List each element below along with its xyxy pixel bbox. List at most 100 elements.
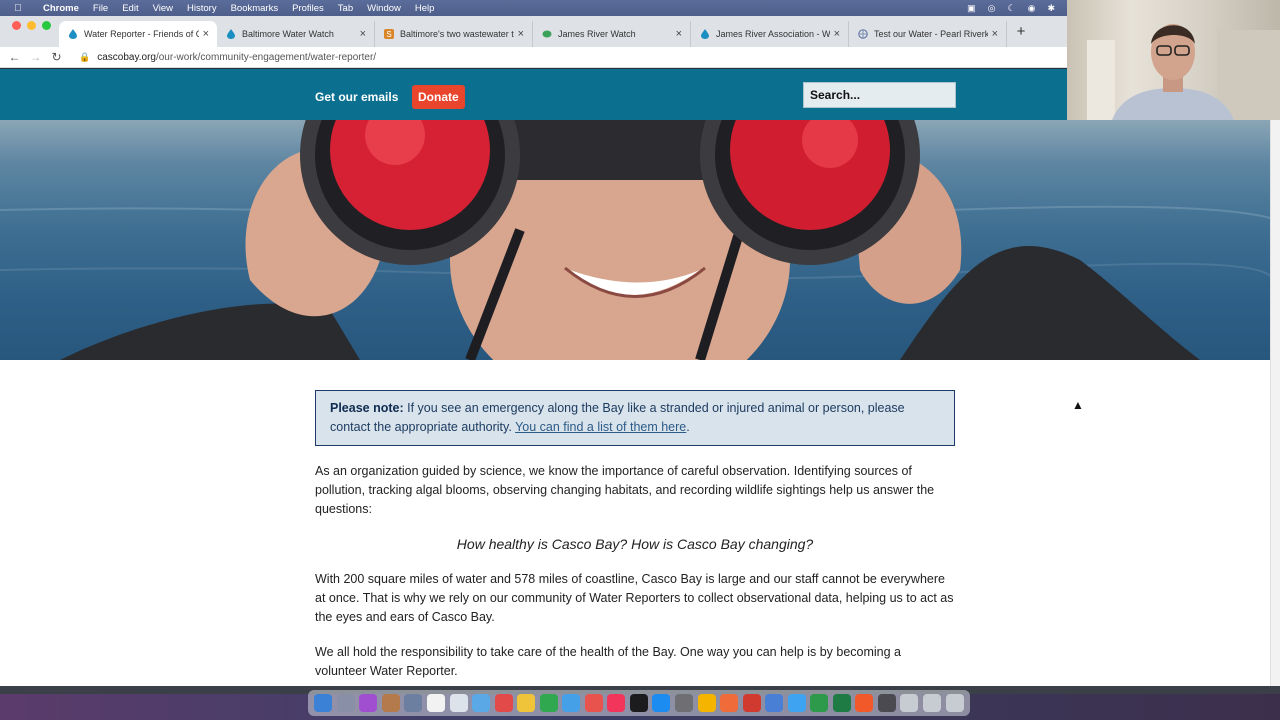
close-tab-icon[interactable]: × xyxy=(676,28,682,40)
close-tab-icon[interactable]: × xyxy=(992,28,998,40)
window-thumbnail-icon[interactable] xyxy=(923,694,942,712)
menu-app-name[interactable]: Chrome xyxy=(36,3,86,14)
menu-history[interactable]: History xyxy=(180,3,224,14)
tab-label: Water Reporter - Friends of Ca xyxy=(84,29,199,39)
main-content: Please note: If you see an emergency alo… xyxy=(315,390,955,681)
forward-arrow-icon[interactable]: → xyxy=(25,50,46,64)
reload-icon[interactable]: ↻ xyxy=(46,50,67,64)
binoculars-photo xyxy=(0,120,1270,360)
chrome-icon[interactable] xyxy=(697,694,716,712)
authority-list-link[interactable]: You can find a list of them here xyxy=(515,420,686,434)
control-center-icon[interactable]: ◉ xyxy=(1028,3,1036,14)
moon-icon[interactable]: ☾ xyxy=(1008,3,1016,14)
app-icon[interactable] xyxy=(562,694,581,712)
app-icon[interactable] xyxy=(742,694,761,712)
back-arrow-icon[interactable]: ← xyxy=(4,50,25,64)
tab-label: Baltimore's two wastewater tre xyxy=(400,29,514,39)
app-icon[interactable] xyxy=(381,694,400,712)
podcasts-icon[interactable] xyxy=(359,694,378,712)
close-tab-icon[interactable]: × xyxy=(834,28,840,40)
finder-icon[interactable] xyxy=(314,694,333,712)
key-question: How healthy is Casco Bay? How is Casco B… xyxy=(456,536,814,552)
lock-icon[interactable]: 🔒 xyxy=(79,52,90,63)
tv-icon[interactable] xyxy=(629,694,648,712)
water-drop-icon xyxy=(699,29,710,40)
excel-icon[interactable] xyxy=(832,694,851,712)
calendar-icon[interactable] xyxy=(427,694,445,712)
close-tab-icon[interactable]: × xyxy=(518,28,524,40)
menu-bookmarks[interactable]: Bookmarks xyxy=(224,3,286,14)
presenter-video xyxy=(1087,24,1280,120)
notes-icon[interactable] xyxy=(449,694,468,712)
close-tab-icon[interactable]: × xyxy=(360,28,366,40)
url-field[interactable]: 🔒 cascobay.org/our-work/community-engage… xyxy=(79,52,376,63)
launchpad-icon[interactable] xyxy=(336,694,355,712)
app-icon[interactable] xyxy=(855,694,874,712)
tab-james-river-association[interactable]: James River Association - Wate × xyxy=(691,21,849,47)
tab-james-river-watch[interactable]: James River Watch × xyxy=(533,21,691,47)
menu-profiles[interactable]: Profiles xyxy=(285,3,331,14)
app-icon[interactable] xyxy=(877,694,896,712)
url-domain: cascobay.org xyxy=(97,51,156,63)
water-drop-icon xyxy=(67,29,78,40)
window-thumbnail-icon[interactable] xyxy=(900,694,919,712)
tab-water-reporter[interactable]: Water Reporter - Friends of Ca × xyxy=(59,21,217,47)
zoom-icon[interactable] xyxy=(765,694,784,712)
new-tab-icon[interactable]: + xyxy=(1007,23,1035,40)
tab-bar: Water Reporter - Friends of Ca × Baltimo… xyxy=(0,16,1067,47)
status-icons: ▣ ◎ ☾ ◉ ✱ xyxy=(967,3,1067,14)
status-app-icon[interactable]: ▣ xyxy=(967,3,976,14)
close-window-icon[interactable] xyxy=(12,21,21,30)
mouse-cursor-icon: ▲ xyxy=(1072,398,1084,412)
menu-help[interactable]: Help xyxy=(408,3,442,14)
numbers-icon[interactable] xyxy=(539,694,558,712)
menu-window[interactable]: Window xyxy=(360,3,408,14)
window-controls xyxy=(0,21,59,42)
photos-icon[interactable] xyxy=(494,694,513,712)
app-icon[interactable] xyxy=(810,694,829,712)
bluetooth-icon[interactable]: ✱ xyxy=(1047,3,1055,14)
music-icon[interactable] xyxy=(607,694,626,712)
app-icon[interactable] xyxy=(404,694,423,712)
web-page: Get our emails Donate Search... Please n… xyxy=(0,69,1270,686)
water-drop-icon xyxy=(225,29,236,40)
tab-label: Test our Water - Pearl Riverkee xyxy=(874,29,988,39)
emergency-note: Please note: If you see an emergency alo… xyxy=(315,390,955,446)
page-scrollbar[interactable] xyxy=(1270,69,1280,686)
minimize-window-icon[interactable] xyxy=(27,21,36,30)
menu-tab[interactable]: Tab xyxy=(331,3,360,14)
address-bar: ← → ↻ 🔒 cascobay.org/our-work/community-… xyxy=(0,47,1067,68)
menu-edit[interactable]: Edit xyxy=(115,3,145,14)
leaf-icon xyxy=(541,29,552,40)
donate-button[interactable]: Donate xyxy=(412,85,465,109)
tab-baltimore-water-watch[interactable]: Baltimore Water Watch × xyxy=(217,21,375,47)
news-icon[interactable] xyxy=(584,694,603,712)
app-icon[interactable] xyxy=(720,694,739,712)
app-icon[interactable] xyxy=(517,694,536,712)
get-emails-link[interactable]: Get our emails xyxy=(315,90,398,104)
url-path: /our-work/community-engagement/water-rep… xyxy=(155,51,377,63)
tab-baltimore-wastewater[interactable]: S Baltimore's two wastewater tre × xyxy=(375,21,533,47)
apple-icon[interactable]:  xyxy=(0,3,36,14)
tab-pearl-riverkeeper[interactable]: Test our Water - Pearl Riverkee × xyxy=(849,21,1007,47)
volunteer-paragraph: We all hold the responsibility to take c… xyxy=(315,645,901,678)
globe-icon xyxy=(857,29,868,40)
mac-menu-bar:  Chrome File Edit View History Bookmark… xyxy=(0,0,1067,16)
search-input[interactable]: Search... xyxy=(803,82,956,108)
status-sync-icon[interactable]: ◎ xyxy=(988,3,996,14)
tab-label: Baltimore Water Watch xyxy=(242,29,334,39)
app-store-icon[interactable] xyxy=(652,694,671,712)
mail-icon[interactable] xyxy=(787,694,806,712)
dock xyxy=(308,690,970,716)
tab-label: James River Watch xyxy=(558,29,636,39)
intro-paragraph: As an organization guided by science, we… xyxy=(315,464,935,516)
maximize-window-icon[interactable] xyxy=(42,21,51,30)
settings-icon[interactable] xyxy=(675,694,694,712)
screen:  Chrome File Edit View History Bookmark… xyxy=(0,0,1280,720)
safari-icon[interactable] xyxy=(472,694,491,712)
menu-view[interactable]: View xyxy=(146,3,180,14)
webcam-overlay xyxy=(1067,0,1280,120)
close-tab-icon[interactable]: × xyxy=(203,28,209,40)
trash-icon[interactable] xyxy=(945,694,964,712)
menu-file[interactable]: File xyxy=(86,3,115,14)
